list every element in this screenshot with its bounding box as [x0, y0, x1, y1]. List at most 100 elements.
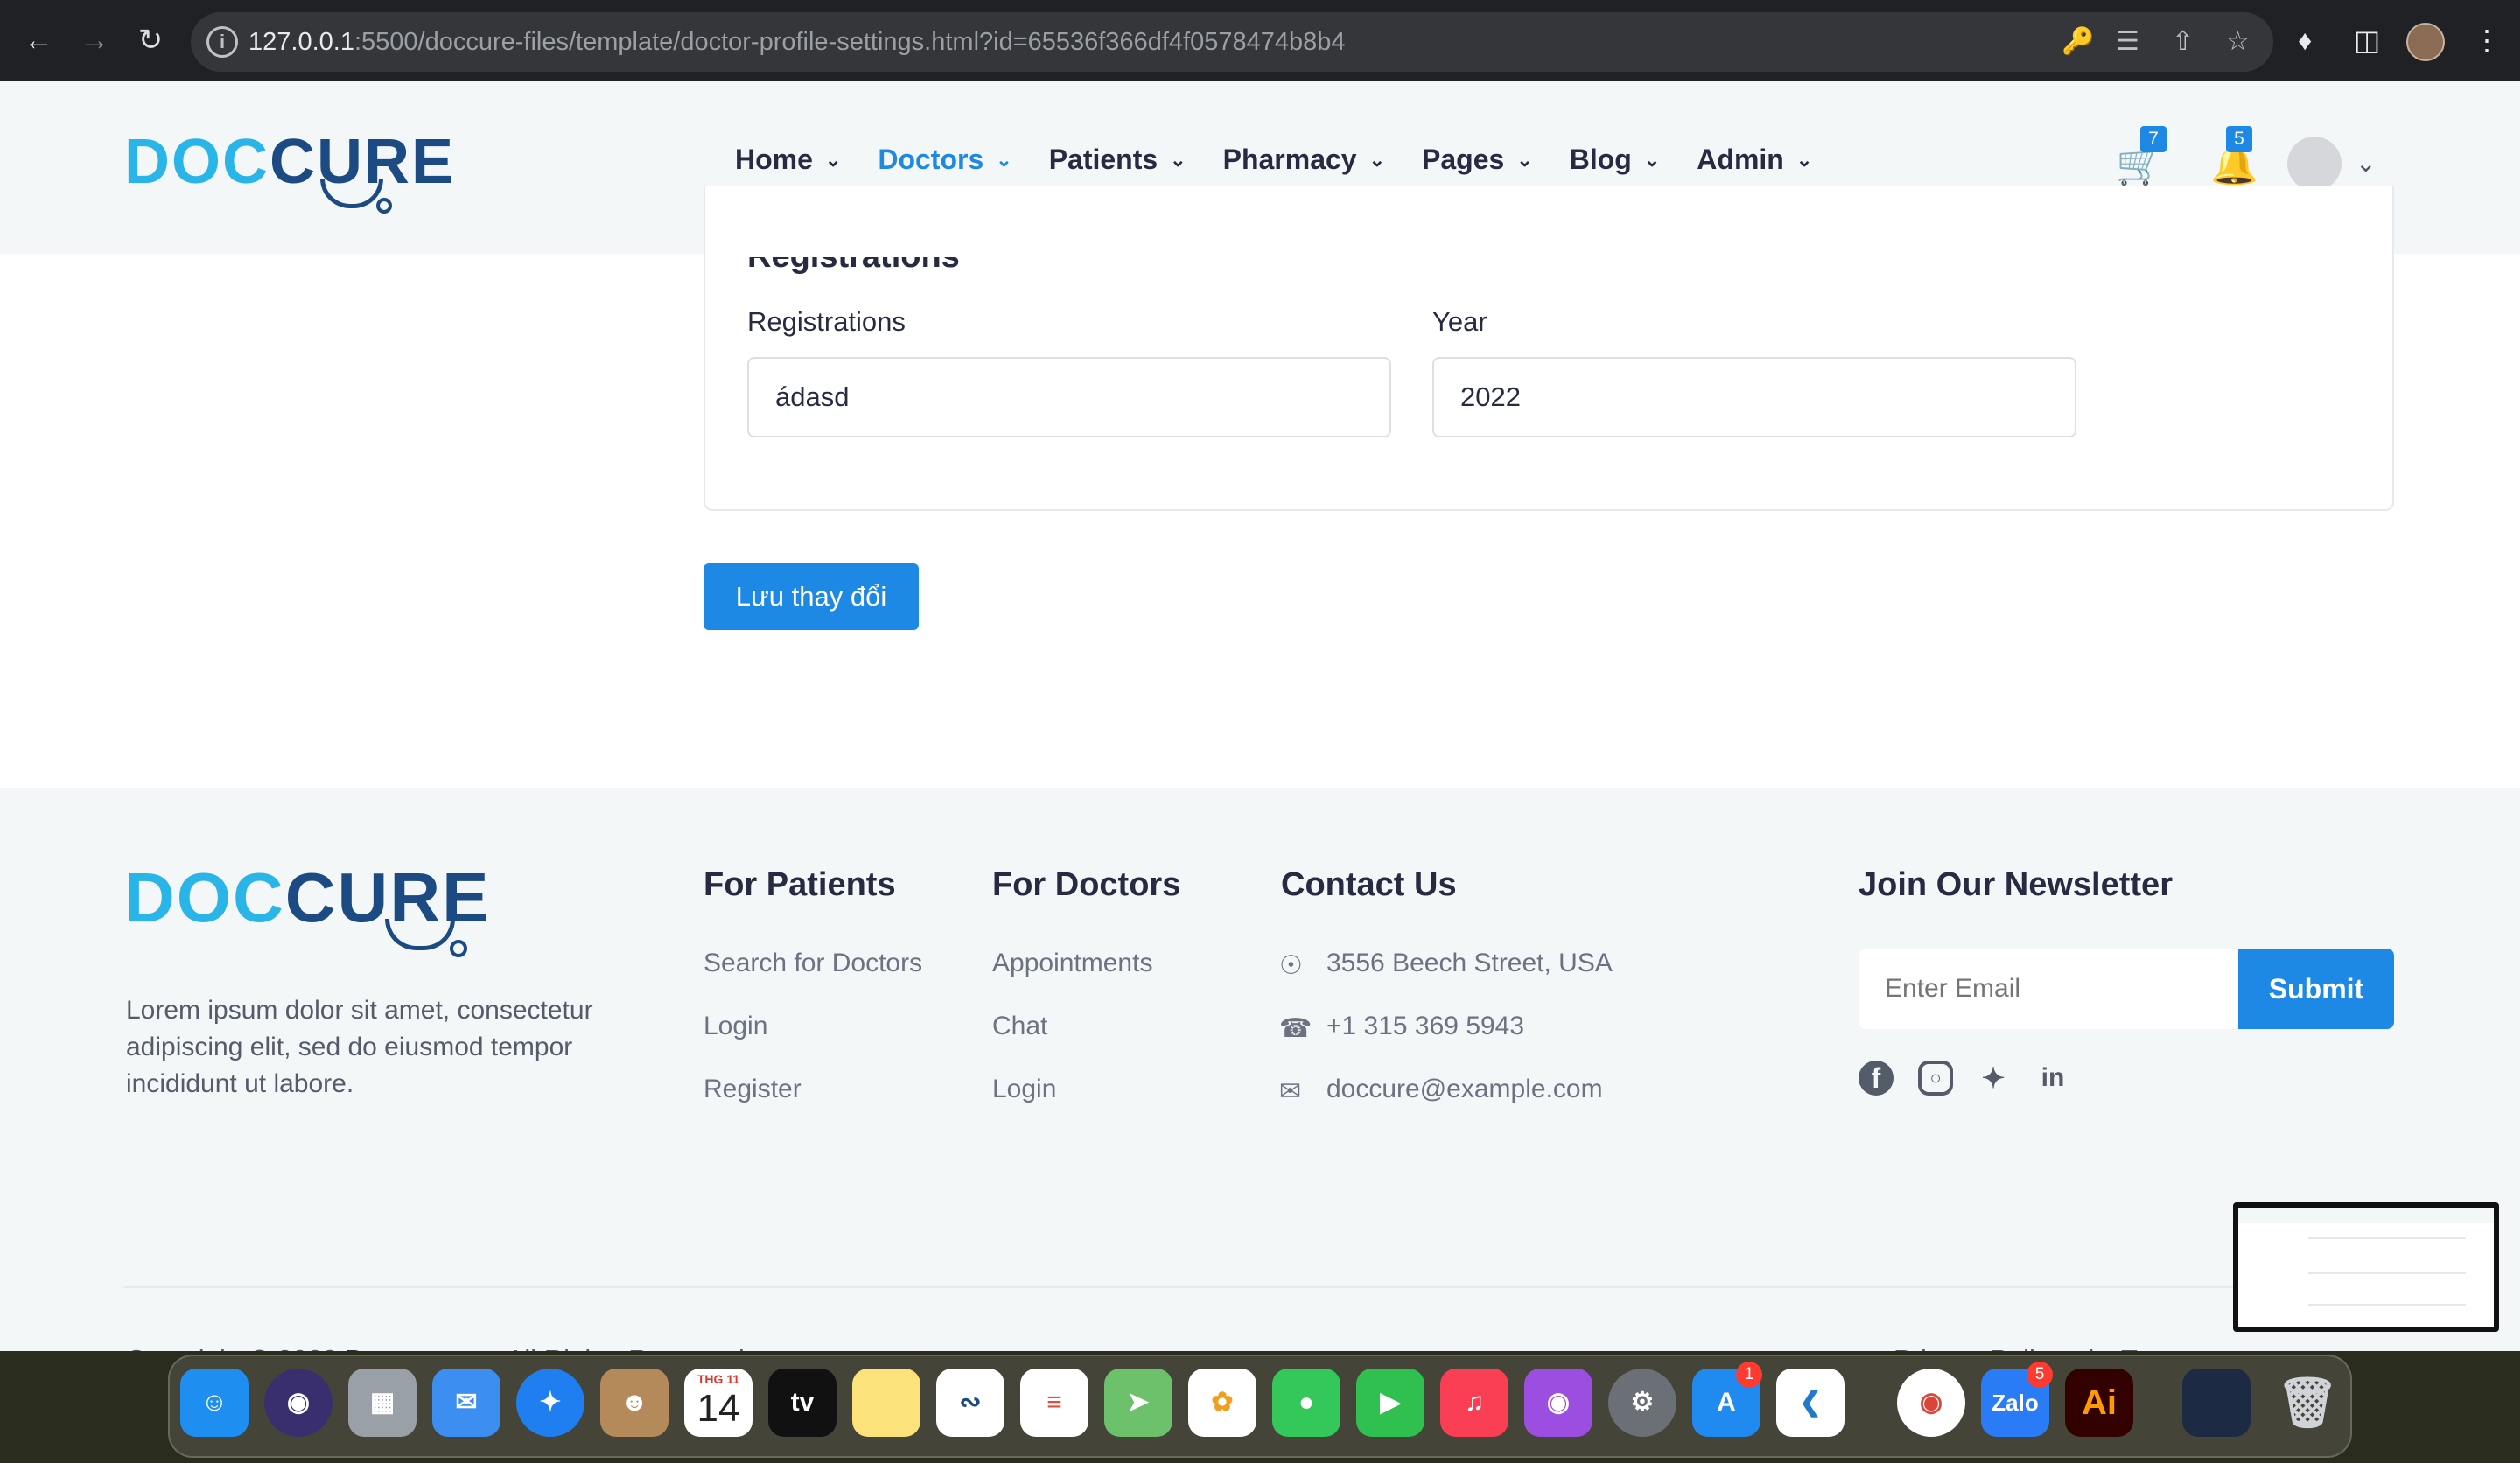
translate-icon[interactable]: ☰: [2116, 28, 2139, 56]
mail-app-icon[interactable]: ✉: [432, 1368, 500, 1437]
nav-item-home[interactable]: Home ⌄: [735, 144, 841, 176]
site-info-icon[interactable]: i: [206, 26, 238, 58]
side-panel-icon[interactable]: ◫: [2354, 23, 2380, 58]
mail-icon: ✉: [1279, 1077, 1302, 1106]
address-bar[interactable]: i 127.0.0.1:5500/doccure-files/template/…: [191, 12, 2273, 72]
forward-icon[interactable]: →: [74, 19, 116, 61]
url-text[interactable]: 127.0.0.1:5500/doccure-files/template/do…: [248, 28, 1346, 57]
instagram-icon[interactable]: ○: [1918, 1060, 1953, 1096]
stethoscope-icon: [385, 919, 455, 950]
browser-toolbar: ← → ↻ i 127.0.0.1:5500/doccure-files/tem…: [0, 0, 2520, 80]
main-nav: Home ⌄ Doctors ⌄ Patients ⌄ Pharmacy ⌄ Pages…: [735, 144, 1849, 176]
share-icon[interactable]: ⇧: [2172, 28, 2194, 56]
contact-email[interactable]: doccure@example.com: [1326, 1074, 1603, 1104]
copyright-brand[interactable]: Dreamguys.: [345, 1344, 500, 1351]
nav-item-pharmacy[interactable]: Pharmacy ⌄: [1223, 144, 1385, 176]
screenshot-thumbnail[interactable]: [2233, 1202, 2499, 1332]
back-icon[interactable]: ←: [18, 19, 60, 61]
privacy-policy-link[interactable]: Privacy Policy: [1894, 1344, 2062, 1351]
system-settings-icon[interactable]: ⚙: [1608, 1368, 1676, 1437]
messages-icon[interactable]: ●: [1272, 1368, 1340, 1437]
newsletter-email-input[interactable]: [1858, 948, 2240, 1029]
extensions-icon[interactable]: ♦: [2298, 23, 2312, 58]
facetime-icon[interactable]: ▶: [1356, 1368, 1424, 1437]
footer-link-doctor-login[interactable]: Login: [992, 1074, 1056, 1104]
illustrator-label: Ai: [2082, 1383, 2117, 1422]
header-logo[interactable]: DOCCURE: [124, 126, 455, 198]
registration-input[interactable]: [747, 357, 1391, 438]
footer-link-chat[interactable]: Chat: [992, 1012, 1047, 1041]
calendar-icon[interactable]: THG 11 14: [684, 1368, 752, 1437]
recent-window-icon[interactable]: [2182, 1368, 2250, 1437]
nav-item-blog[interactable]: Blog ⌄: [1570, 144, 1661, 176]
thumbnail-line: [2308, 1237, 2466, 1239]
nav-item-patients[interactable]: Patients ⌄: [1049, 144, 1186, 176]
nav-item-admin[interactable]: Admin ⌄: [1697, 144, 1812, 176]
footer-description: Lorem ipsum dolor sit amet, consectetur …: [126, 996, 593, 1098]
zalo-label: Zalo: [1992, 1390, 2039, 1416]
chevron-down-icon: ⌄: [996, 148, 1012, 171]
save-changes-button[interactable]: Lưu thay đổi: [704, 564, 919, 630]
key-icon[interactable]: 🔑: [2062, 28, 2094, 56]
launchpad-icon[interactable]: ▦: [348, 1368, 416, 1437]
nav-label: Home: [735, 144, 813, 175]
safari-icon[interactable]: ✦: [516, 1368, 584, 1437]
footer-link-appointments[interactable]: Appointments: [992, 948, 1152, 978]
siri-icon[interactable]: ◉: [264, 1368, 332, 1437]
bookmark-star-icon[interactable]: ☆: [2226, 28, 2250, 56]
nav-label: Admin: [1697, 144, 1784, 175]
thumbnail-header: [2238, 1208, 2494, 1223]
footer-link-search-doctors[interactable]: Search for Doctors: [704, 948, 922, 978]
site-footer: DOCCURE Lorem ipsum dolor sit amet, cons…: [0, 788, 2520, 1351]
music-icon[interactable]: ♫: [1440, 1368, 1508, 1437]
url-host: 127.0.0.1: [248, 28, 354, 56]
chevron-down-icon: ⌄: [1643, 148, 1661, 171]
facebook-icon[interactable]: f: [1858, 1060, 1894, 1096]
footer-link-register[interactable]: Register: [704, 1074, 802, 1104]
maps-icon[interactable]: ➤: [1104, 1368, 1172, 1437]
trash-icon[interactable]: 🗑: [2273, 1368, 2342, 1437]
podcasts-icon[interactable]: ◉: [1524, 1368, 1592, 1437]
footer-link-patient-login[interactable]: Login: [704, 1012, 767, 1041]
freeform-icon[interactable]: ∾: [936, 1368, 1004, 1437]
stethoscope-icon: [320, 178, 383, 208]
menu-icon[interactable]: ⋮: [2473, 23, 2501, 58]
footer-doctors-title: For Doctors: [992, 866, 1181, 903]
copyright-prefix: Copyright © 2023: [126, 1344, 338, 1351]
nav-label: Patients: [1048, 144, 1158, 175]
chevron-down-icon: ⌄: [1368, 148, 1386, 171]
registrations-card: [704, 186, 2394, 511]
twitter-icon[interactable]: ✦: [1976, 1060, 2011, 1096]
nav-item-doctors[interactable]: Doctors ⌄: [878, 144, 1012, 176]
apple-tv-icon[interactable]: tv: [768, 1368, 836, 1437]
newsletter-submit-button[interactable]: Submit: [2238, 948, 2394, 1029]
nav-label: Pages: [1422, 144, 1505, 175]
zalo-badge: 5: [2026, 1362, 2053, 1388]
contacts-icon[interactable]: ☻: [600, 1368, 668, 1437]
thumbnail-line: [2308, 1272, 2466, 1274]
chevron-down-icon[interactable]: ⌄: [2356, 149, 2376, 178]
reload-icon[interactable]: ↻: [130, 19, 172, 61]
photos-icon[interactable]: ✿: [1188, 1368, 1256, 1437]
app-store-badge: 1: [1736, 1362, 1762, 1388]
linkedin-icon[interactable]: in: [2035, 1060, 2070, 1096]
vscode-icon[interactable]: ❮: [1776, 1368, 1844, 1437]
chrome-app-icon[interactable]: ◉: [1897, 1368, 1965, 1437]
tv-label: tv: [790, 1388, 815, 1417]
reminders-icon[interactable]: ≡: [1020, 1368, 1088, 1437]
logo-text-doc: DOC: [124, 858, 285, 936]
chevron-down-icon: ⌄: [1516, 148, 1533, 171]
notes-icon[interactable]: [852, 1368, 920, 1437]
nav-item-pages[interactable]: Pages ⌄: [1422, 144, 1533, 176]
chevron-down-icon: ⌄: [1170, 148, 1186, 171]
year-input[interactable]: [1432, 357, 2076, 438]
finder-icon[interactable]: ☺: [180, 1368, 248, 1437]
chevron-down-icon: ⌄: [824, 148, 842, 171]
profile-avatar[interactable]: [2406, 23, 2445, 61]
terms-link[interactable]: Terms an: [2121, 1344, 2232, 1351]
user-avatar[interactable]: [2287, 136, 2342, 191]
illustrator-icon[interactable]: Ai: [2065, 1368, 2133, 1437]
location-pin-icon: ☉: [1279, 951, 1303, 980]
footer-separator: |: [2088, 1344, 2095, 1351]
url-path: :5500/doccure-files/template/doctor-prof…: [354, 28, 1346, 56]
